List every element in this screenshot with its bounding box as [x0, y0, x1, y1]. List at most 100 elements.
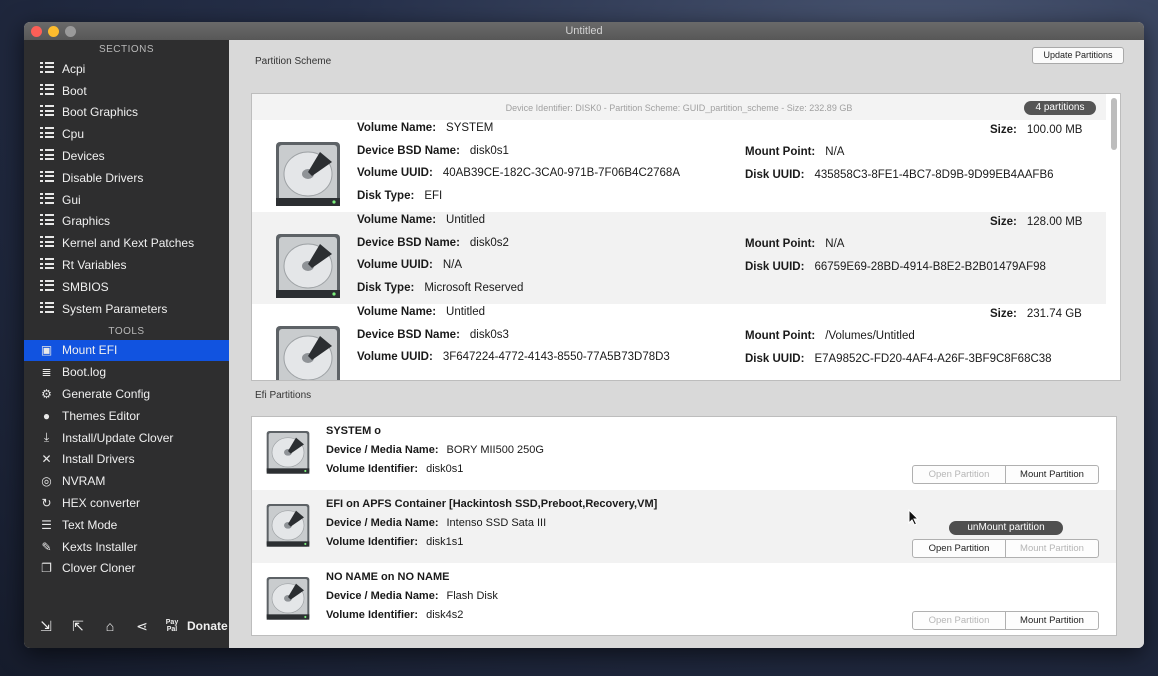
sidebar-item-system-parameters[interactable]: System Parameters — [24, 298, 229, 320]
disk-uuid-value: 66759E69-28BD-4914-B8E2-B2B01479AF98 — [814, 261, 1046, 273]
import-icon[interactable]: ⇲ — [32, 618, 60, 635]
sidebar-item-themes-editor[interactable]: ● Themes Editor — [24, 405, 229, 427]
title-bar[interactable]: Untitled — [24, 22, 1144, 40]
main-panel: Update Partitions Partition Scheme Devic… — [229, 40, 1144, 648]
text-mode-icon: ☰ — [41, 517, 52, 532]
sidebar-bottom-bar: ⇲ ⇱ ⌂ ⋖ Pay Pal Donate — [24, 614, 229, 638]
efi-partition-row: EFI on APFS Container [Hackintosh SSD,Pr… — [252, 490, 1116, 563]
efi-partition-title: SYSTEM o — [326, 425, 382, 437]
volume-identifier-field: Volume Identifier: disk0s1 — [326, 463, 464, 475]
gears-icon: ⚙ — [41, 387, 52, 402]
tools-header: TOOLS — [108, 325, 145, 337]
sidebar-item-mount-efi[interactable]: ▣ Mount EFI — [24, 339, 229, 362]
home-icon[interactable]: ⌂ — [96, 618, 124, 634]
volume-identifier-field: Volume Identifier: disk4s2 — [326, 609, 464, 621]
sidebar-item-boot-graphics[interactable]: Boot Graphics — [24, 102, 229, 124]
disk-type-field: Disk Type: Microsoft Reserved — [357, 282, 524, 294]
volume-uuid-value: 3F647224-4772-4143-8550-77A5B73D78D3 — [442, 351, 670, 363]
sidebar-item-label: Themes Editor — [62, 408, 141, 423]
nvram-icon: ◎ — [41, 474, 52, 489]
boot-log-icon: ≣ — [41, 365, 52, 380]
sidebar-item-devices[interactable]: Devices — [24, 145, 229, 167]
donate-button[interactable]: Donate — [187, 619, 228, 633]
sidebar-item-label: Clover Cloner — [62, 561, 136, 576]
open-partition-button[interactable]: Open Partition — [913, 612, 1005, 629]
clone-icon: ❐ — [41, 561, 52, 576]
sidebar-item-hex-converter[interactable]: ↻ HEX converter — [24, 492, 229, 514]
scrollbar-thumb[interactable] — [1111, 98, 1117, 150]
partition-row[interactable]: Volume Name: Untitled Device BSD Name: dis… — [252, 212, 1106, 304]
paypal-icon[interactable]: Pay Pal — [164, 619, 180, 633]
disk-type-value: EFI — [424, 190, 443, 202]
sidebar-item-label: Text Mode — [62, 517, 118, 532]
export-icon[interactable]: ⇱ — [64, 618, 92, 635]
sidebar-item-gui[interactable]: Gui — [24, 189, 229, 211]
sidebar-item-label: Kernel and Kext Patches — [62, 236, 195, 251]
sidebar: SECTIONS Acpi Boot Boot Graphics Cpu Dev… — [24, 40, 229, 648]
bsd-name-value: disk0s1 — [469, 145, 509, 157]
sidebar-item-kernel-kext-patches[interactable]: Kernel and Kext Patches — [24, 232, 229, 254]
efi-partition-title: EFI on APFS Container [Hackintosh SSD,Pr… — [326, 498, 658, 510]
sidebar-item-cpu[interactable]: Cpu — [24, 123, 229, 145]
sidebar-item-install-update-clover[interactable]: ⤓ Install/Update Clover — [24, 427, 229, 449]
mount-partition-button[interactable]: Mount Partition — [1005, 540, 1098, 557]
sidebar-item-clover-cloner[interactable]: ❐ Clover Cloner — [24, 558, 229, 580]
media-name-value: Flash Disk — [446, 590, 498, 602]
size-field: Size: 231.74 GB — [990, 308, 1082, 320]
bsd-name-value: disk0s3 — [469, 329, 509, 341]
sidebar-item-boot[interactable]: Boot — [24, 80, 229, 102]
unmount-partition-button[interactable]: unMount partition — [949, 521, 1063, 535]
open-partition-button[interactable]: Open Partition — [913, 540, 1005, 557]
open-partition-button[interactable]: Open Partition — [913, 466, 1005, 483]
sidebar-item-text-mode[interactable]: ☰ Text Mode — [24, 514, 229, 536]
palette-icon: ● — [42, 408, 51, 423]
partition-actions: Open Partition Mount Partition — [912, 611, 1099, 630]
size-value: 231.74 GB — [1026, 308, 1082, 320]
mount-partition-button[interactable]: Mount Partition — [1005, 466, 1098, 483]
list-icon — [38, 83, 55, 98]
sidebar-item-nvram[interactable]: ◎ NVRAM — [24, 470, 229, 492]
mount-point-field: Mount Point: N/A — [745, 238, 845, 250]
sidebar-item-kexts-installer[interactable]: ✎ Kexts Installer — [24, 536, 229, 558]
sidebar-item-acpi[interactable]: Acpi — [24, 58, 229, 80]
list-icon — [38, 258, 55, 272]
list-icon — [38, 301, 55, 316]
sidebar-item-label: SMBIOS — [62, 279, 109, 294]
share-icon[interactable]: ⋖ — [128, 618, 156, 635]
sidebar-item-smbios[interactable]: SMBIOS — [24, 276, 229, 298]
volume-name-field: Volume Name: SYSTEM — [357, 122, 494, 134]
list-icon — [38, 279, 55, 294]
efi-partitions-label: Efi Partitions — [255, 390, 312, 401]
hard-drive-icon — [266, 504, 310, 547]
list-icon — [38, 192, 55, 207]
sidebar-item-label: Graphics — [62, 214, 111, 229]
disk-uuid-field: Disk UUID: 66759E69-28BD-4914-B8E2-B2B014… — [745, 261, 1046, 273]
hex-converter-icon: ↻ — [41, 496, 52, 511]
media-name-value: Intenso SSD Sata III — [446, 517, 547, 529]
mount-point-value: N/A — [825, 238, 845, 250]
update-partitions-button[interactable]: Update Partitions — [1032, 47, 1124, 64]
partition-row[interactable]: Volume Name: Untitled Device BSD Name: dis… — [252, 304, 1106, 380]
sidebar-item-label: Devices — [62, 149, 105, 164]
sidebar-item-install-drivers[interactable]: ✕ Install Drivers — [24, 449, 229, 471]
sidebar-item-label: Generate Config — [62, 387, 151, 402]
volume-uuid-value: N/A — [442, 259, 462, 271]
volume-identifier-field: Volume Identifier: disk1s1 — [326, 536, 464, 548]
disk-uuid-field: Disk UUID: 435858C3-8FE1-4BC7-8D9B-9D99EB… — [745, 169, 1054, 181]
volume-name-value: SYSTEM — [446, 122, 494, 134]
volume-uuid-field: Volume UUID: N/A — [357, 259, 462, 271]
partition-row[interactable]: Volume Name: SYSTEM Device BSD Name: disk0… — [252, 120, 1106, 212]
volume-uuid-field: Volume UUID: 3F647224-4772-4143-8550-77A5… — [357, 351, 670, 363]
sidebar-item-rt-variables[interactable]: Rt Variables — [24, 254, 229, 276]
sections-header: SECTIONS — [98, 44, 155, 55]
media-name-value: BORY MII500 250G — [446, 444, 544, 456]
sidebar-item-boot-log[interactable]: ≣ Boot.log — [24, 361, 229, 383]
sidebar-item-disable-drivers[interactable]: Disable Drivers — [24, 167, 229, 189]
partition-scheme-panel: Device Identifier: DISK0 - Partition Sch… — [251, 93, 1121, 381]
partition-scheme-label: Partition Scheme — [255, 56, 332, 67]
sidebar-item-generate-config[interactable]: ⚙ Generate Config — [24, 383, 229, 405]
sidebar-item-graphics[interactable]: Graphics — [24, 211, 229, 233]
mount-partition-button[interactable]: Mount Partition — [1005, 612, 1098, 629]
efi-partitions-panel: SYSTEM o Device / Media Name: BORY MII500… — [251, 416, 1117, 636]
media-name-field: Device / Media Name: Intenso SSD Sata III — [326, 517, 547, 529]
